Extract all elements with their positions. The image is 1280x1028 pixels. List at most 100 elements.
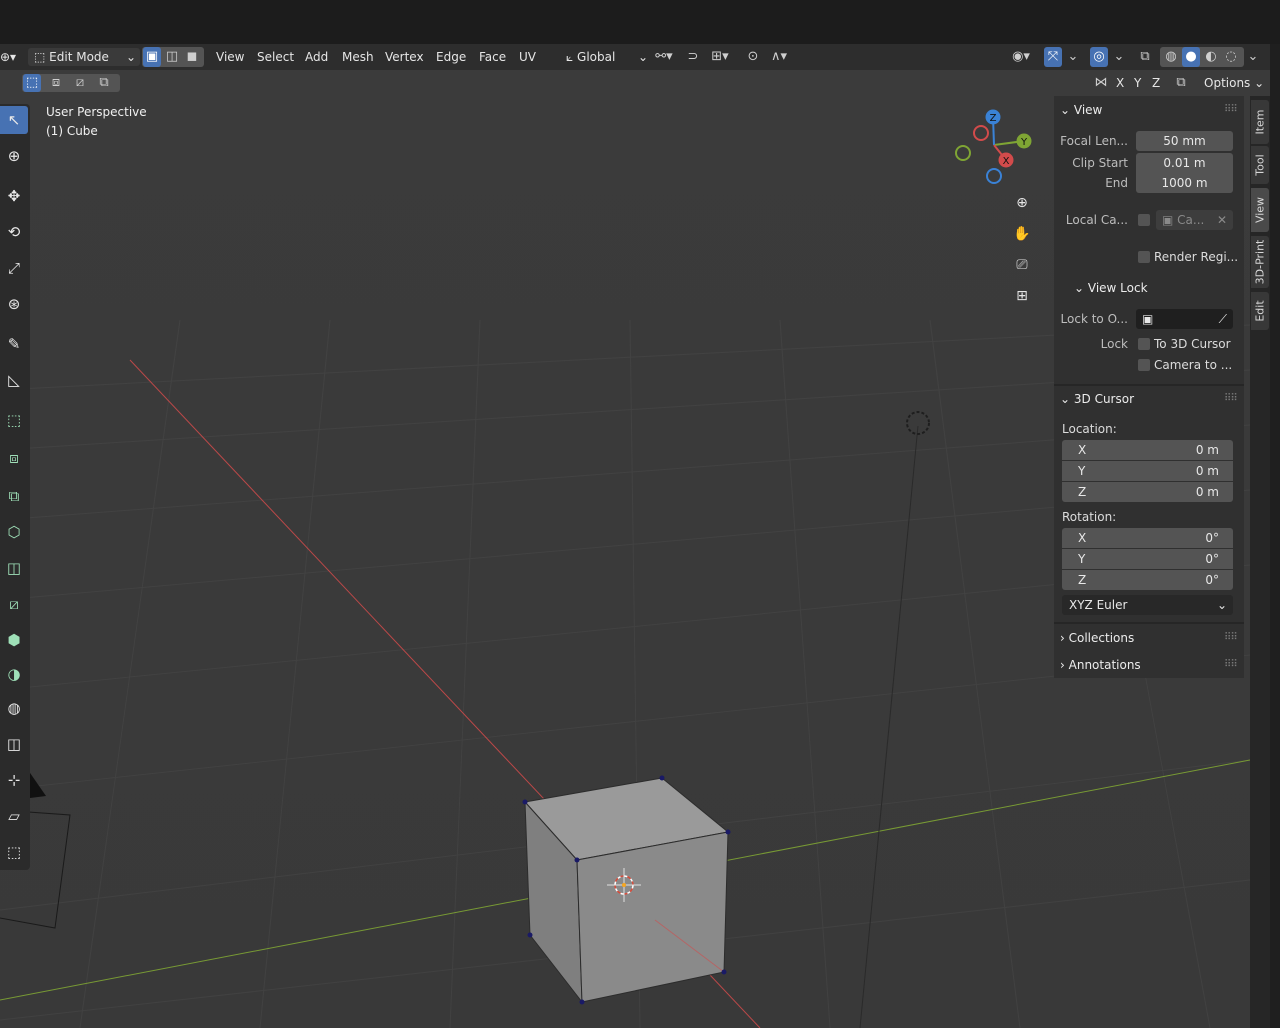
bevel-icon[interactable]: ⬡ [0, 518, 28, 546]
edge-select-icon[interactable]: ◫ [163, 47, 181, 67]
navigation-gizmo[interactable]: X Y Z [948, 105, 1040, 187]
annotations-section-header[interactable]: › Annotations [1060, 655, 1141, 675]
collections-section-header[interactable]: › Collections [1060, 628, 1134, 648]
rendered-icon[interactable]: ◌ [1222, 47, 1240, 67]
cursor-location-z[interactable]: Z 0 m [1062, 482, 1233, 502]
visibility-icon[interactable]: ◉▾ [1006, 47, 1036, 67]
focal-length-field[interactable]: 50 mm [1136, 131, 1233, 151]
snap-icon[interactable]: ⊃ [684, 47, 702, 67]
lock-to-cursor-checkbox[interactable] [1138, 338, 1150, 350]
rip-icon[interactable]: ⬚ [0, 838, 28, 866]
falloff-icon[interactable]: ∧▾ [764, 47, 794, 67]
vertex-select-icon[interactable]: ▣ [143, 47, 161, 67]
wireframe-icon[interactable]: ◍ [1162, 47, 1180, 67]
subtract-selection-icon[interactable]: ⧄ [71, 74, 89, 92]
annotate-icon[interactable]: ✎ [0, 330, 28, 358]
inset-icon[interactable]: ⧉ [0, 482, 28, 510]
tab-view[interactable]: View [1251, 188, 1269, 232]
rotation-mode-dropdown[interactable]: XYZ Euler ⌄ [1062, 595, 1233, 615]
menu-add[interactable]: Add [305, 48, 328, 66]
view-lock-header[interactable]: ⌄ View Lock [1074, 278, 1148, 298]
orientation-dropdown[interactable]: ⟀ Global ⌄ [560, 48, 648, 66]
tab-view-label: View [1253, 196, 1267, 224]
smooth-icon[interactable]: ◍ [0, 694, 28, 722]
options-dropdown[interactable]: Options ⌄ [1198, 74, 1264, 92]
poly-build-icon[interactable]: ⬢ [0, 626, 28, 654]
menu-uv[interactable]: UV [519, 48, 536, 66]
set-selection-icon[interactable]: ⬚ [23, 74, 41, 92]
spin-icon[interactable]: ◑ [0, 660, 28, 688]
tab-edit[interactable]: Edit [1251, 292, 1269, 330]
perspective-grid-icon[interactable]: ⊞ [1009, 283, 1035, 309]
drag-handle-icon[interactable]: ⠿⠿ [1224, 104, 1238, 115]
mode-dropdown[interactable]: ⬚ Edit Mode ⌄ [28, 48, 140, 66]
drag-handle-icon[interactable]: ⠿⠿ [1224, 659, 1238, 670]
cursor-location-x[interactable]: X 0 m [1062, 440, 1233, 460]
chevron-down-icon[interactable]: ⌄ [1110, 47, 1128, 67]
menu-face[interactable]: Face [479, 48, 506, 66]
axis-z-label: Z [1078, 485, 1087, 499]
extend-selection-icon[interactable]: ⧈ [47, 74, 65, 92]
cursor-section-header[interactable]: ⌄ 3D Cursor [1060, 389, 1134, 409]
local-camera-field[interactable]: ▣ Ca... ✕ [1156, 210, 1233, 230]
measure-icon[interactable]: ◺ [0, 366, 28, 394]
face-select-icon[interactable]: ◼ [183, 47, 201, 67]
knife-icon[interactable]: ⧄ [0, 590, 28, 618]
tab-3d-print[interactable]: 3D-Print [1251, 236, 1269, 288]
solid-icon[interactable]: ● [1182, 47, 1200, 67]
shear-icon[interactable]: ▱ [0, 802, 28, 830]
scale-icon[interactable]: ⤢ [0, 254, 28, 282]
chevron-down-icon[interactable]: ⌄ [1244, 47, 1262, 67]
pan-hand-icon[interactable]: ✋ [1009, 221, 1035, 247]
xray-icon[interactable]: ⧉ [1136, 47, 1154, 67]
clip-start-field[interactable]: 0.01 m [1136, 153, 1233, 173]
menu-edge[interactable]: Edge [436, 48, 466, 66]
close-icon[interactable]: ✕ [1217, 210, 1227, 230]
drag-handle-icon[interactable]: ⠿⠿ [1224, 632, 1238, 643]
transform-icon[interactable]: ⊛ [0, 290, 28, 318]
cursor-rotation-z[interactable]: Z 0° [1062, 570, 1233, 590]
mirror-x-toggle[interactable]: X [1116, 74, 1124, 92]
cursor-location-y[interactable]: Y 0 m [1062, 461, 1233, 481]
camera-to-view-checkbox[interactable] [1138, 359, 1150, 371]
select-box-icon[interactable]: ↖ [0, 106, 28, 134]
material-icon[interactable]: ◐ [1202, 47, 1220, 67]
proportional-edit-icon[interactable]: ⊙ [744, 47, 762, 67]
menu-vertex[interactable]: Vertex [385, 48, 424, 66]
menu-mesh[interactable]: Mesh [342, 48, 374, 66]
mirror-y-toggle[interactable]: Y [1134, 74, 1141, 92]
overlay-icon[interactable]: ◎ [1090, 47, 1108, 67]
local-camera-checkbox[interactable] [1138, 214, 1150, 226]
view-section-header[interactable]: ⌄ View [1060, 100, 1102, 120]
cursor-rotation-y[interactable]: Y 0° [1062, 549, 1233, 569]
add-cube-icon[interactable]: ⬚ [0, 406, 28, 434]
tab-tool[interactable]: Tool [1251, 146, 1269, 184]
clip-end-field[interactable]: 1000 m [1136, 173, 1233, 193]
render-region-checkbox[interactable] [1138, 251, 1150, 263]
extrude-icon[interactable]: ⧈ [0, 444, 28, 472]
eyedropper-icon[interactable]: ⟋ [1219, 309, 1227, 329]
move-icon[interactable]: ✥ [0, 182, 28, 210]
gizmo-icon[interactable]: ⤧ [1044, 47, 1062, 67]
lock-to-object-field[interactable]: ▣ ⟋ [1136, 309, 1233, 329]
edge-slide-icon[interactable]: ◫ [0, 730, 28, 758]
invert-selection-icon[interactable]: ⧉ [95, 74, 113, 92]
loop-cut-icon[interactable]: ◫ [0, 554, 28, 582]
cursor-rotation-x[interactable]: X 0° [1062, 528, 1233, 548]
mirror-z-toggle[interactable]: Z [1152, 74, 1160, 92]
menu-select[interactable]: Select [257, 48, 294, 66]
editor-type-button[interactable]: ⊕▾ [0, 48, 16, 66]
camera-view-icon[interactable]: ⎚ [1009, 252, 1035, 278]
pivot-icon[interactable]: ⚯▾ [650, 47, 678, 67]
snap-increment-icon[interactable]: ⊞▾ [704, 47, 736, 67]
chevron-down-icon[interactable]: ⌄ [1064, 47, 1082, 67]
shrink-fatten-icon[interactable]: ⊹ [0, 766, 28, 794]
rotate-icon[interactable]: ⟲ [0, 218, 28, 246]
zoom-icon[interactable]: ⊕ [1009, 190, 1035, 216]
tab-item[interactable]: Item [1251, 100, 1269, 144]
menu-view[interactable]: View [216, 48, 244, 66]
topology-mirror-icon[interactable]: ⧉ [1172, 74, 1190, 92]
clip-start-label: Clip Start [1072, 156, 1128, 170]
drag-handle-icon[interactable]: ⠿⠿ [1224, 393, 1238, 404]
cursor-icon[interactable]: ⊕ [0, 142, 28, 170]
